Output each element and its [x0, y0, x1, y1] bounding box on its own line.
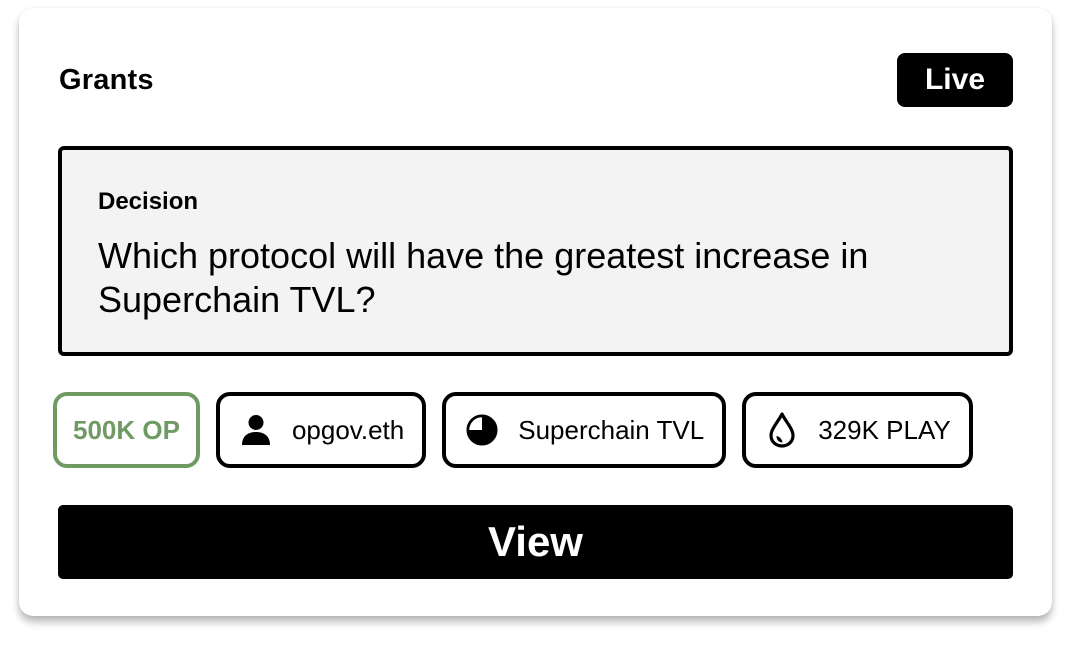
droplet-icon — [766, 412, 798, 448]
grant-amount-tag: 500K OP — [53, 392, 200, 468]
status-badge: Live — [897, 53, 1013, 107]
proposer-tag[interactable]: opgov.eth — [215, 392, 427, 468]
tag-list: 500K OP opgov.eth Superchain TVL 329K PL… — [53, 392, 973, 468]
grant-card: Grants Live Decision Which protocol will… — [19, 8, 1052, 616]
grant-amount-label: 500K OP — [73, 414, 180, 445]
metric-tag[interactable]: Superchain TVL — [442, 392, 727, 468]
liquidity-tag[interactable]: 329K PLAY — [742, 392, 973, 468]
metric-label: Superchain TVL — [518, 414, 705, 445]
decision-question: Which protocol will have the greatest in… — [98, 235, 869, 320]
pie-chart-icon — [466, 414, 498, 446]
view-button[interactable]: View — [58, 505, 1013, 579]
decision-label: Decision — [98, 188, 199, 215]
proposer-label: opgov.eth — [291, 414, 405, 445]
category-label: Grants — [59, 64, 154, 96]
decision-box: Decision Which protocol will have the gr… — [58, 146, 1013, 356]
user-icon — [240, 414, 272, 446]
liquidity-label: 329K PLAY — [818, 414, 951, 445]
